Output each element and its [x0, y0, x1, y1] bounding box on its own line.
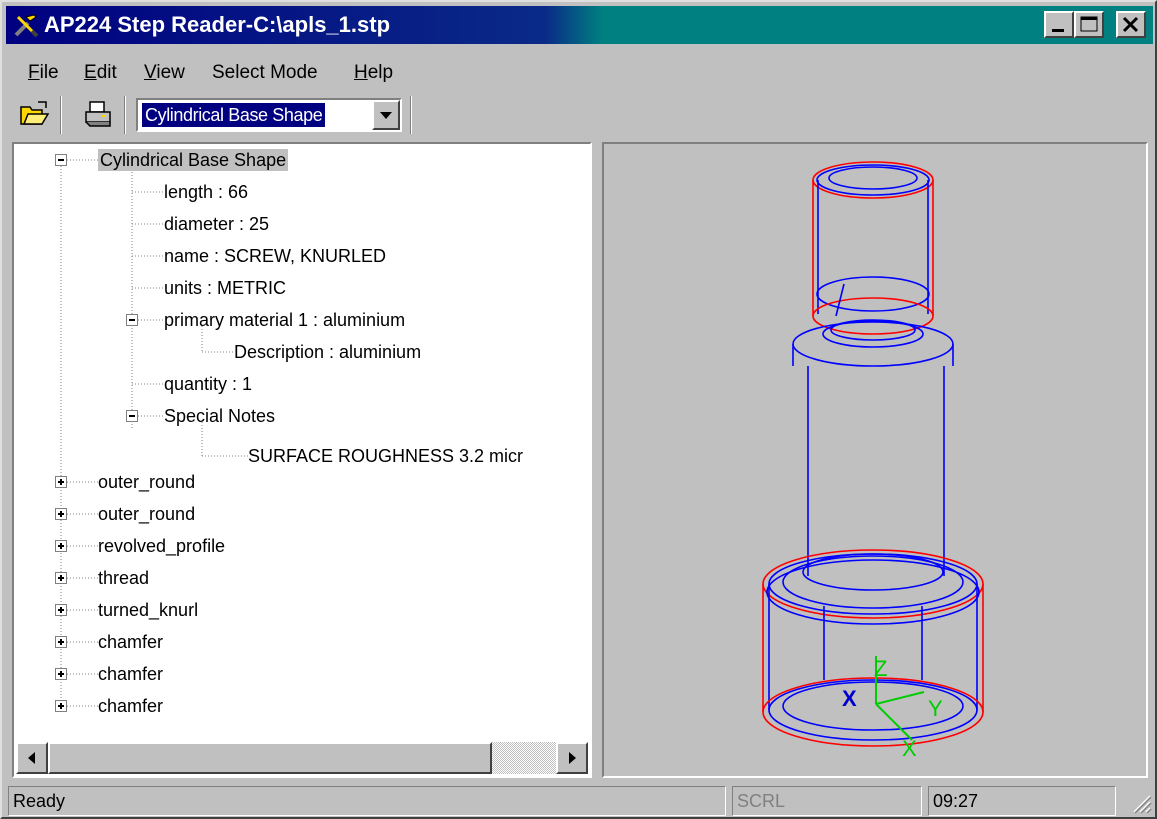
close-button[interactable]	[1116, 11, 1146, 38]
axis-label-x: X	[842, 686, 857, 711]
expand-toggle[interactable]	[55, 508, 67, 520]
wireframe-edge	[792, 321, 954, 367]
expand-toggle[interactable]	[55, 700, 67, 712]
scroll-right-button[interactable]	[556, 742, 588, 774]
tree-node-feature[interactable]: chamfer	[98, 663, 163, 685]
menu-file[interactable]: File	[28, 62, 59, 84]
menu-edit[interactable]: Edit	[84, 62, 117, 84]
window-title: AP224 Step Reader-C:\apls_1.stp	[44, 12, 391, 37]
tree-node-length[interactable]: length : 66	[164, 181, 248, 203]
tree-node-feature[interactable]: outer_round	[98, 503, 195, 525]
feature-select-value: Cylindrical Base Shape	[142, 103, 326, 127]
tree-node-special-notes[interactable]: Special Notes	[164, 405, 275, 427]
chevron-down-icon	[380, 112, 392, 119]
tree-root-node[interactable]: Cylindrical Base Shape	[98, 149, 289, 171]
tree-connector-lines	[60, 159, 248, 707]
tree-node-material-description[interactable]: Description : aluminium	[234, 341, 421, 363]
printer-icon[interactable]	[82, 98, 114, 130]
scroll-track[interactable]	[492, 742, 556, 774]
chevron-left-icon	[28, 752, 35, 764]
scroll-left-button[interactable]	[16, 742, 48, 774]
tree-node-units[interactable]: units : METRIC	[164, 277, 286, 299]
menu-select-mode[interactable]: Select Mode	[212, 62, 318, 84]
part-wireframe: Z X Y X	[762, 161, 984, 761]
tree-node-material[interactable]: primary material 1 : aluminium	[164, 309, 405, 331]
toolbar-separator	[124, 96, 126, 134]
wireframe-edge	[816, 164, 930, 196]
feature-tree[interactable]: Cylindrical Base Shape length : 66 diame…	[12, 142, 592, 778]
expand-toggle[interactable]	[55, 636, 67, 648]
dropdown-button[interactable]	[372, 100, 400, 130]
minimize-button[interactable]	[1044, 11, 1074, 38]
scroll-thumb[interactable]	[48, 742, 492, 774]
expand-toggle[interactable]	[55, 540, 67, 552]
tree-node-quantity[interactable]: quantity : 1	[164, 373, 252, 395]
resize-grip-icon[interactable]	[1130, 790, 1152, 816]
tools-icon	[14, 14, 39, 38]
wireframe-edge	[830, 319, 916, 341]
tree-node-feature[interactable]: turned_knurl	[98, 599, 198, 621]
status-bar: Ready SCRL 09:27	[6, 784, 1153, 818]
feature-select[interactable]: Cylindrical Base Shape	[136, 98, 402, 132]
collapse-toggle[interactable]	[126, 410, 138, 422]
expand-toggle[interactable]	[55, 476, 67, 488]
status-message: Ready	[8, 786, 726, 816]
app-window: AP224 Step Reader-C:\apls_1.stp File Edi…	[0, 0, 1157, 819]
toolbar-separator	[410, 96, 412, 134]
menu-view[interactable]: View	[144, 62, 185, 84]
close-icon	[1122, 16, 1139, 33]
tree-node-special-note-text[interactable]: SURFACE ROUGHNESS 3.2 micr	[248, 445, 523, 467]
3d-viewport[interactable]: Z X Y X	[602, 142, 1148, 778]
wireframe-outline	[762, 677, 984, 747]
status-time: 09:27	[928, 786, 1116, 816]
horizontal-scrollbar[interactable]	[16, 742, 588, 774]
tree-node-feature[interactable]: revolved_profile	[98, 535, 225, 557]
axis-label-y: Y	[928, 696, 943, 721]
axis-label-x-green: X	[902, 736, 917, 761]
tree-node-name[interactable]: name : SCREW, KNURLED	[164, 245, 386, 267]
tree-node-feature[interactable]: outer_round	[98, 471, 195, 493]
expand-toggle[interactable]	[55, 668, 67, 680]
tree-node-feature[interactable]: thread	[98, 567, 149, 589]
tree-node-diameter[interactable]: diameter : 25	[164, 213, 269, 235]
wireframe-edge	[768, 553, 978, 615]
collapse-toggle[interactable]	[126, 314, 138, 326]
status-scroll-lock: SCRL	[732, 786, 922, 816]
wireframe-edge	[816, 276, 930, 312]
open-folder-icon[interactable]	[18, 98, 50, 130]
toolbar: Cylindrical Base Shape	[6, 94, 1153, 138]
expand-toggle[interactable]	[55, 604, 67, 616]
collapse-toggle[interactable]	[55, 154, 67, 166]
tree-node-feature[interactable]: chamfer	[98, 695, 163, 717]
maximize-icon	[1080, 16, 1098, 32]
chevron-right-icon	[569, 752, 576, 764]
wireframe-edge	[768, 679, 978, 741]
axis-label-z: Z	[874, 656, 887, 681]
tree-node-feature[interactable]: chamfer	[98, 631, 163, 653]
menu-help[interactable]: Help	[354, 62, 393, 84]
wireframe-edge	[828, 166, 918, 190]
maximize-button[interactable]	[1074, 11, 1104, 38]
expand-toggle[interactable]	[55, 572, 67, 584]
minimize-icon	[1052, 29, 1064, 32]
toolbar-separator	[60, 96, 62, 134]
title-bar[interactable]: AP224 Step Reader-C:\apls_1.stp	[6, 6, 1153, 44]
